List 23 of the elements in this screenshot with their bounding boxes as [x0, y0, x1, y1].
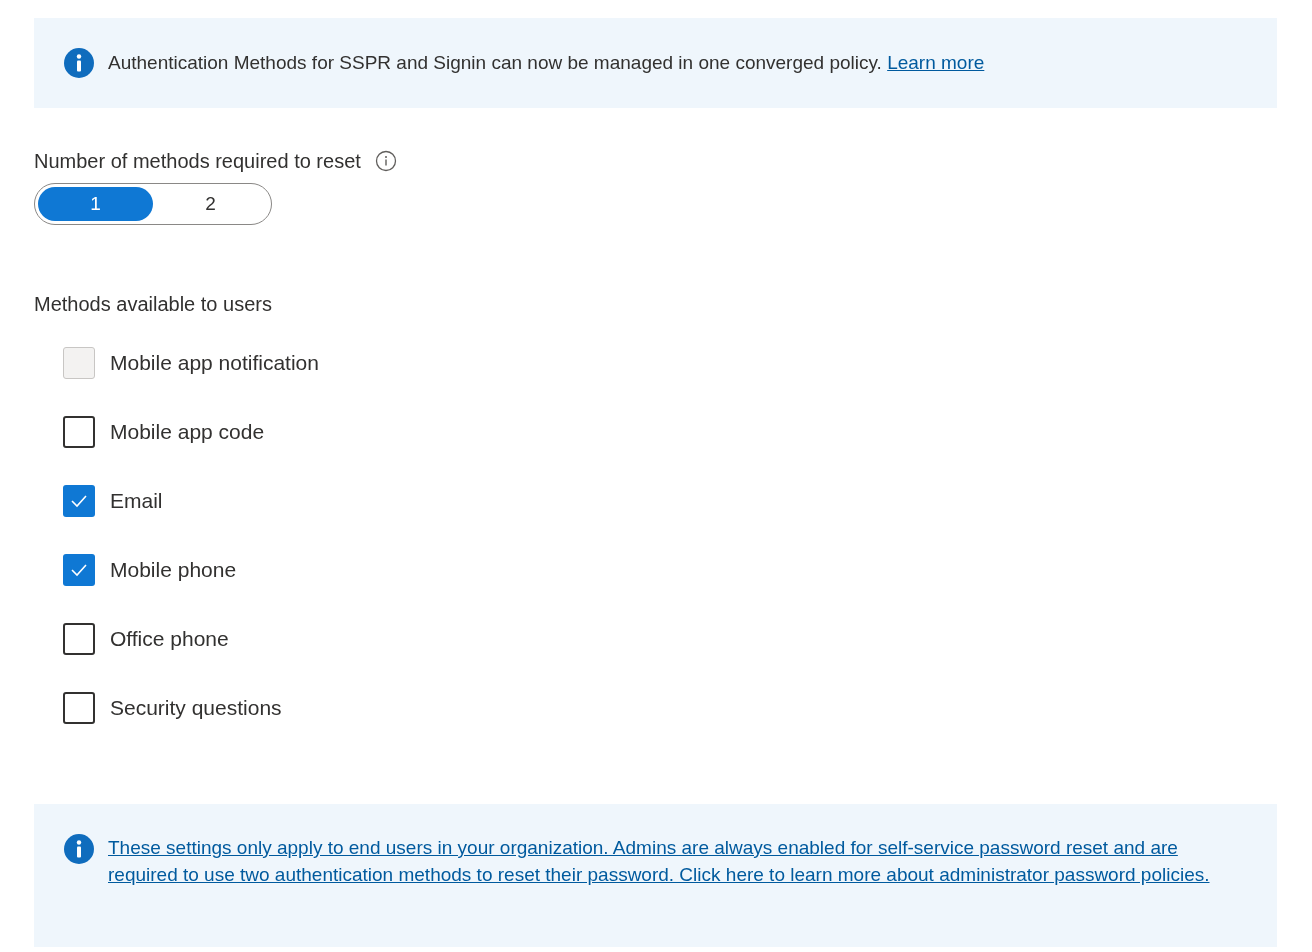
checkbox[interactable] — [63, 485, 95, 517]
checkbox[interactable] — [63, 416, 95, 448]
learn-more-link[interactable]: Learn more — [887, 51, 985, 73]
info-icon — [64, 48, 94, 78]
checkbox-label: Security questions — [110, 695, 282, 722]
checkbox-label: Mobile app code — [110, 419, 265, 446]
checkmark-icon — [70, 563, 88, 577]
checkbox-label: Email — [110, 488, 163, 515]
info-icon — [64, 834, 94, 864]
toggle-option[interactable]: 1 — [38, 187, 153, 221]
checkmark-icon — [70, 494, 88, 508]
field-label: Number of methods required to reset — [34, 149, 361, 174]
info-icon — [374, 150, 397, 172]
notice-text: Authentication Methods for SSPR and Signin can now be managed in one converged policy. — [108, 51, 882, 73]
checkbox-label: Mobile app notification — [110, 350, 319, 377]
checkbox-label: Mobile phone — [110, 557, 237, 584]
policy-link[interactable]: These settings only apply to end users in your organization. Admins are always enabled for self-service password reset and are required to use two authentication methods to reset their password. Click here to learn more about administrator password policies. — [108, 834, 1247, 888]
toggle-option[interactable]: 2 — [153, 187, 268, 221]
section-label: Methods available to users — [34, 292, 273, 317]
checkbox[interactable] — [63, 623, 95, 655]
checkbox[interactable] — [63, 692, 95, 724]
checkbox[interactable] — [63, 554, 95, 586]
checkbox-label: Office phone — [110, 626, 229, 653]
